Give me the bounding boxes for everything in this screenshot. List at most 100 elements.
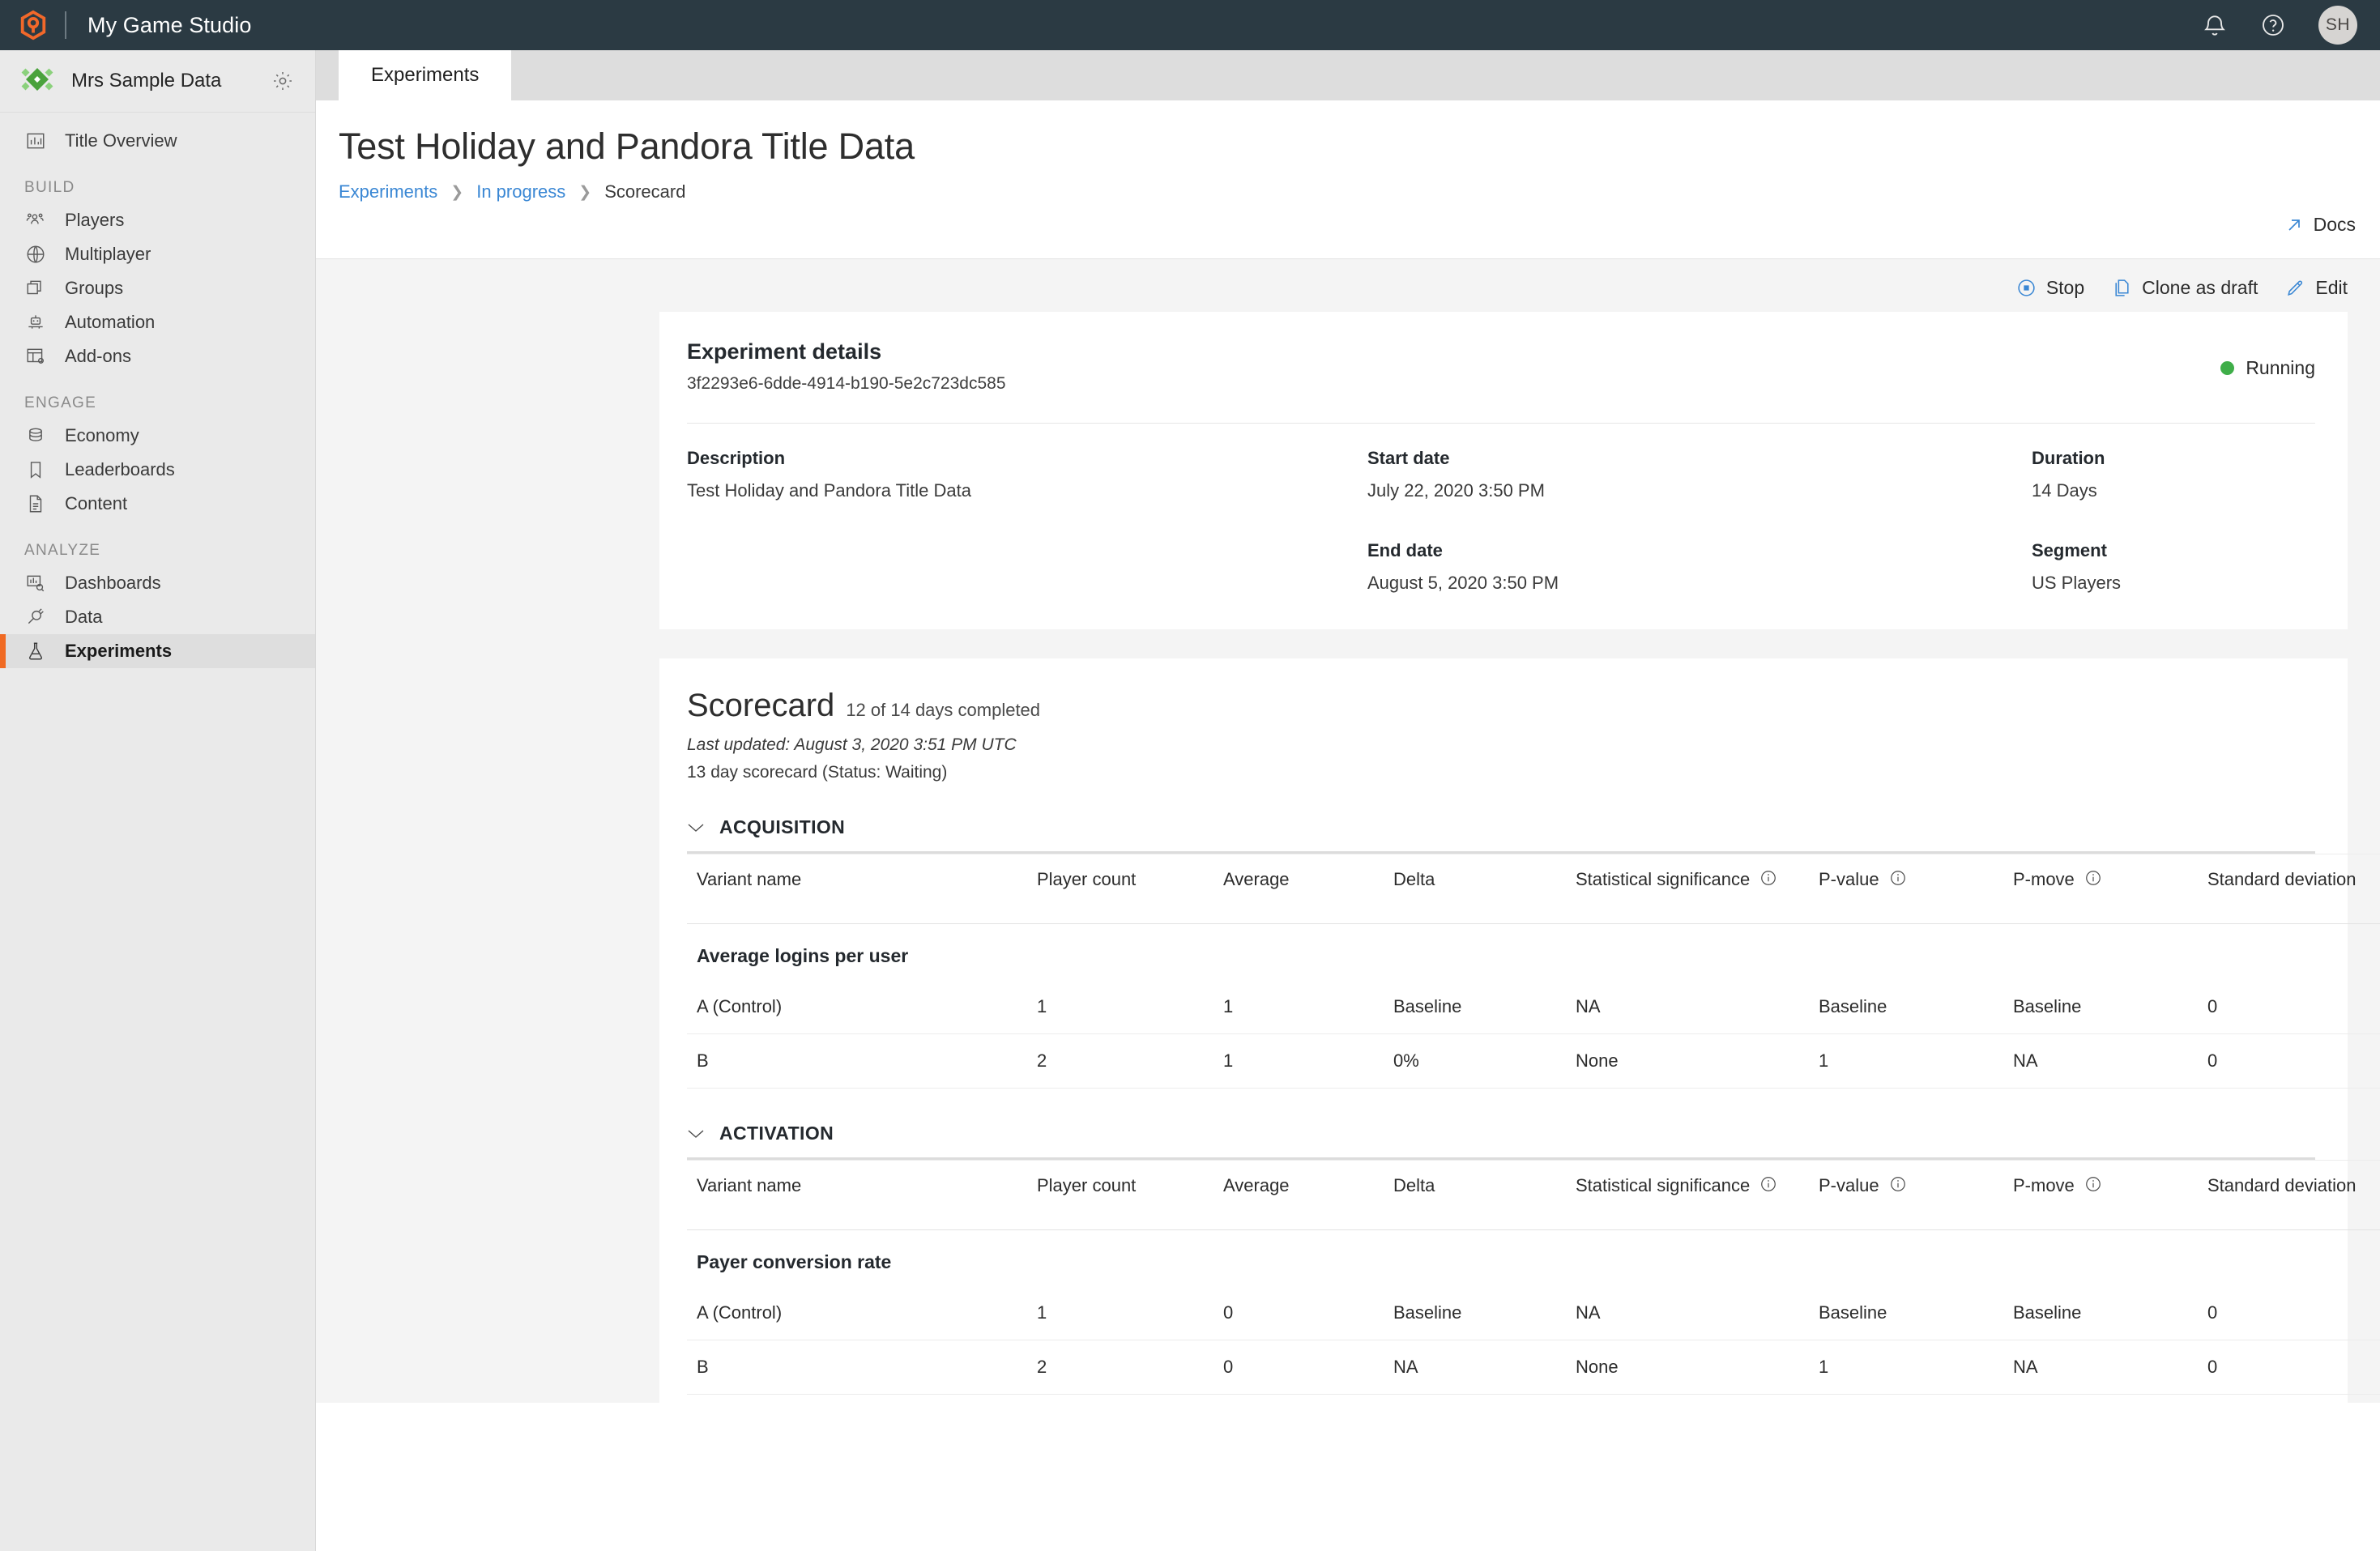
clone-as-draft-label: Clone as draft [2142,277,2258,299]
cell-variant-name: B [687,1034,1027,1089]
bell-icon[interactable] [2202,12,2228,38]
external-link-icon [2284,215,2304,235]
col-player-count: Player count [1027,854,1213,924]
table-head: Variant name Player count Average Delta … [687,854,2380,924]
bar-chart-icon [24,130,47,152]
cell-p-value: Baseline [1809,980,2003,1034]
edit-button[interactable]: Edit [2285,277,2348,299]
cell-average: 0 [1213,1340,1384,1395]
stop-button[interactable]: Stop [2016,277,2084,299]
cell-standard-deviation: 0 [2198,1286,2380,1340]
cell-variant-name: A (Control) [687,980,1027,1034]
sidebar-group-engage: ENGAGE [0,373,315,419]
detail-start-date: Start date July 22, 2020 3:50 PM [1367,448,2032,501]
sidebar-item-players[interactable]: Players [0,203,315,237]
start-date-value: July 22, 2020 3:50 PM [1367,480,2032,501]
info-icon[interactable] [1759,869,1777,887]
copy-icon [2112,278,2132,298]
detail-end-date: End date August 5, 2020 3:50 PM [1367,540,2032,594]
table-row: A (Control) 1 1 Baseline NA Baseline Bas… [687,980,2380,1034]
scorecard-table-acquisition: Variant name Player count Average Delta … [687,854,2380,924]
cell-statistical-significance: None [1566,1034,1809,1089]
cell-player-count: 2 [1027,1340,1213,1395]
sidebar-item-add-ons[interactable]: Add-ons [0,339,315,373]
sidebar-item-label: Economy [65,425,139,446]
detail-col-dates: Start date July 22, 2020 3:50 PM End dat… [1367,448,2032,594]
sidebar-item-groups[interactable]: Groups [0,271,315,305]
sidebar-item-experiments[interactable]: Experiments [0,634,315,668]
sidebar-item-data[interactable]: Data [0,600,315,634]
section-header[interactable]: ACTIVATION [687,1123,2315,1153]
col-average: Average [1213,1161,1384,1230]
robot-icon [24,311,47,334]
studio-selector[interactable]: Mrs Sample Data [0,50,315,113]
duration-label: Duration [2032,448,2315,469]
table-head: Variant name Player count Average Delta … [687,1161,2380,1230]
table-row: A (Control) 1 0 Baseline NA Baseline Bas… [687,1286,2380,1340]
tab-experiments[interactable]: Experiments [339,50,511,100]
info-icon[interactable] [2084,1175,2102,1193]
table-body: A (Control) 1 0 Baseline NA Baseline Bas… [687,1286,2380,1395]
playfab-hex-logo[interactable] [18,10,49,40]
sidebar-item-label: Groups [65,278,123,299]
description-label: Description [687,448,1367,469]
page-header: Test Holiday and Pandora Title Data Expe… [316,100,2380,202]
info-icon[interactable] [2084,869,2102,887]
detail-col-description: Description Test Holiday and Pandora Tit… [687,448,1367,594]
cell-statistical-significance: NA [1566,1286,1809,1340]
breadcrumb-item-in-progress[interactable]: In progress [476,181,565,202]
status-badge: Running [2220,339,2315,379]
cell-delta: Baseline [1384,980,1566,1034]
gear-icon[interactable] [271,70,294,92]
col-p-move: P-move [2003,854,2198,924]
avatar[interactable]: SH [2318,6,2357,45]
sidebar-item-multiplayer[interactable]: Multiplayer [0,237,315,271]
chevron-right-icon: ❯ [450,183,463,202]
col-delta: Delta [1384,1161,1566,1230]
col-variant-name: Variant name [687,1161,1027,1230]
table-row: B 2 0 NA None 1 NA 0 [687,1340,2380,1395]
studio-title: My Game Studio [87,13,251,38]
sidebar-item-label: Title Overview [65,130,177,151]
sidebar-item-content[interactable]: Content [0,487,315,521]
cell-p-value: Baseline [1809,1286,2003,1340]
question-circle-icon[interactable] [2260,12,2286,38]
tab-strip: Experiments [316,50,2380,100]
cell-variant-name: A (Control) [687,1286,1027,1340]
stop-label: Stop [2046,277,2084,299]
scorecard-table-activation: Variant name Player count Average Delta … [687,1160,2380,1230]
top-bar: My Game Studio SH [0,0,2380,50]
docs-link[interactable]: Docs [2284,214,2356,236]
segment-label: Segment [2032,540,2315,561]
info-icon[interactable] [1759,1175,1777,1193]
cell-average: 1 [1213,1034,1384,1089]
sidebar-item-label: Multiplayer [65,244,151,265]
sidebar-item-label: Content [65,493,127,514]
dashboard-search-icon [24,572,47,594]
chevron-down-icon[interactable] [687,822,705,833]
col-p-value-label: P-value [1819,869,1879,889]
cell-average: 0 [1213,1286,1384,1340]
section-header[interactable]: ACQUISITION [687,816,2315,846]
info-icon[interactable] [1889,1175,1907,1193]
cell-standard-deviation: 0 [2198,1034,2380,1089]
sidebar-item-leaderboards[interactable]: Leaderboards [0,453,315,487]
cell-player-count: 1 [1027,1286,1213,1340]
cell-player-count: 2 [1027,1034,1213,1089]
cell-variant-name: B [687,1340,1027,1395]
clone-as-draft-button[interactable]: Clone as draft [2112,277,2258,299]
info-icon[interactable] [1889,869,1907,887]
chevron-down-icon[interactable] [687,1128,705,1140]
metric-name: Average logins per user [687,924,2315,980]
sidebar-item-economy[interactable]: Economy [0,419,315,453]
cell-statistical-significance: None [1566,1340,1809,1395]
start-date-label: Start date [1367,448,2032,469]
breadcrumb-item-experiments[interactable]: Experiments [339,181,437,202]
sidebar-item-title-overview[interactable]: Title Overview [0,124,315,158]
sidebar-item-dashboards[interactable]: Dashboards [0,566,315,600]
cell-player-count: 1 [1027,980,1213,1034]
experiment-details-heading: Experiment details [687,339,1006,364]
scorecard-title: Scorecard [687,688,834,724]
col-p-value-label: P-value [1819,1175,1879,1195]
sidebar-item-automation[interactable]: Automation [0,305,315,339]
